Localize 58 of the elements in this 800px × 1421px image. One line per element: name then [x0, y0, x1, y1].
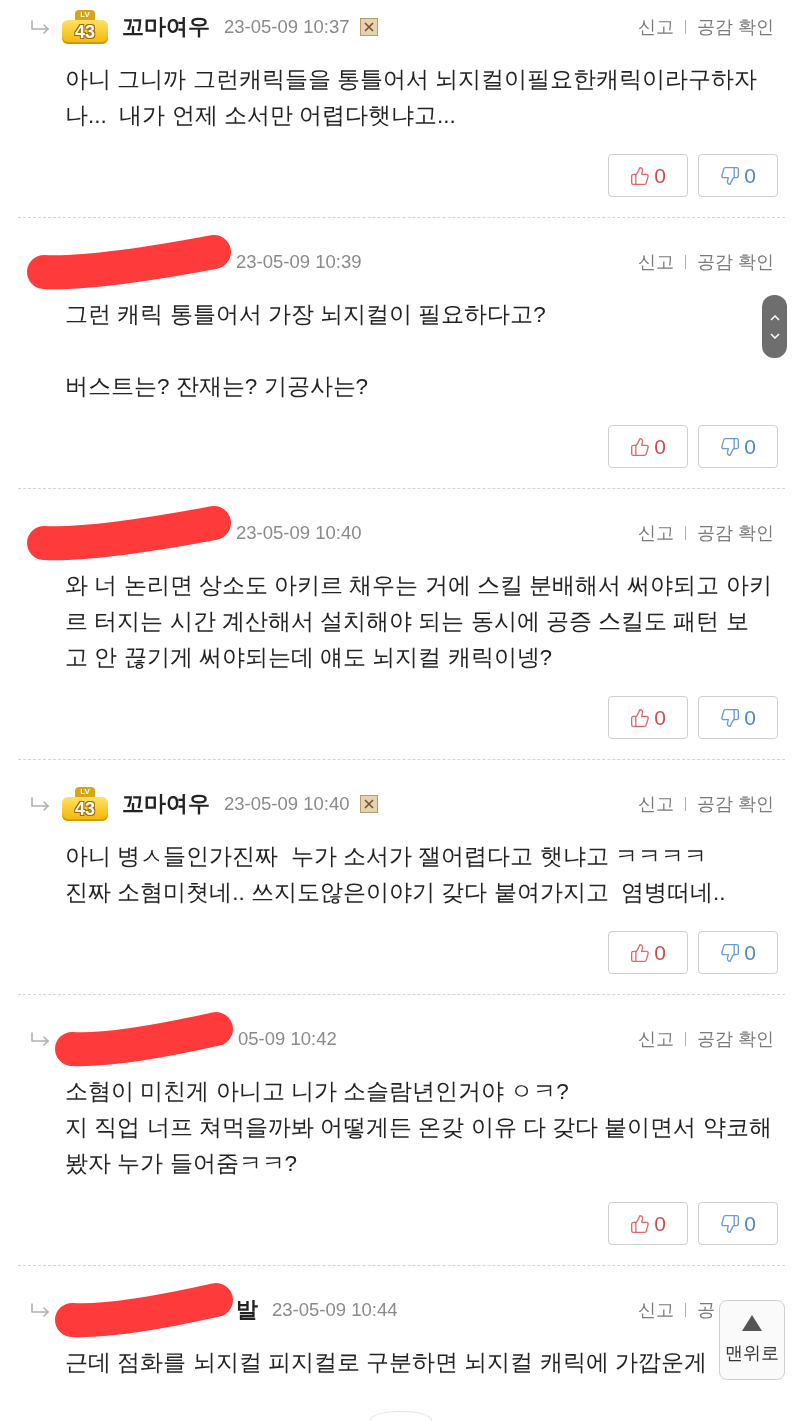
likes-view-link[interactable]: 공: [697, 1298, 715, 1322]
comment-timestamp: 23-05-09 10:44: [272, 1299, 398, 1321]
thumbs-up-icon: [630, 436, 651, 457]
comment-timestamp: 05-09 10:42: [238, 1028, 337, 1050]
report-link[interactable]: 신고: [638, 15, 674, 39]
likes-view-link[interactable]: 공감 확인: [697, 15, 774, 39]
report-link[interactable]: 신고: [638, 521, 674, 545]
comment-text: 아니 그니까 그런캐릭들을 통틀어서 뇌지컬이필요한캐릭이라구하자 나... 내가 언제 소서만 어렵다햇냐고...: [65, 66, 757, 130]
comment-text: 아니 병ㅅ들인가진짜 누가 소서가 잴어렵다고 햇냐고 ㅋㅋㅋㅋ 진짜 소혐미쳣네.. 쓰지도않은이야기 갖다 붙여가지고 염병떠네..: [65, 843, 726, 907]
dislike-button[interactable]: 0: [698, 425, 778, 468]
level-badge: 43: [62, 797, 108, 821]
comment-timestamp: 23-05-09 10:37: [224, 16, 350, 38]
comment-text: 소혐이 미친게 아니고 니가 소슬람년인거야 ㅇㅋ? 지 직업 너프 쳐먹을까봐 어떻게든 온갖 이유 다 갖다 붙이면서 약코해 봤자 누가 들어줌ㅋㅋ?: [65, 1078, 772, 1178]
likes-view-link[interactable]: 공감 확인: [697, 521, 774, 545]
author-name[interactable]: 꼬마여우: [122, 789, 210, 819]
level-label: LV: [75, 787, 95, 797]
report-link[interactable]: 신고: [638, 1027, 674, 1051]
comment-text: 그런 캐릭 통틀어서 가장 뇌지컬이 필요하다고? 버스트는? 잔재는? 기공사는?: [65, 301, 546, 401]
likes-view-link[interactable]: 공감 확인: [697, 1027, 774, 1051]
dislike-button[interactable]: 0: [698, 1202, 778, 1245]
comment-timestamp: 23-05-09 10:40: [224, 793, 350, 815]
likes-view-link[interactable]: 공감 확인: [697, 250, 774, 274]
scroll-handle[interactable]: [762, 295, 787, 358]
author-name[interactable]: 꼬마여우: [122, 12, 210, 42]
chevron-down-icon: [769, 332, 780, 339]
thumbs-down-icon: [720, 436, 741, 457]
up-triangle-icon: [742, 1315, 762, 1331]
dislike-button[interactable]: 0: [698, 931, 778, 974]
comment-timestamp: 23-05-09 10:39: [236, 251, 362, 273]
comment-timestamp: 23-05-09 10:40: [236, 522, 362, 544]
thumbs-down-icon: [720, 165, 741, 186]
thumbs-down-icon: [720, 1213, 741, 1234]
level-badge: 43: [62, 20, 108, 44]
x-box-icon[interactable]: [359, 18, 378, 36]
report-link[interactable]: 신고: [638, 250, 674, 274]
like-button[interactable]: 0: [608, 1202, 688, 1245]
dislike-button[interactable]: 0: [698, 696, 778, 739]
author-name[interactable]: 발: [236, 1295, 258, 1325]
like-button[interactable]: 0: [608, 154, 688, 197]
thumbs-down-icon: [720, 942, 741, 963]
thumbs-down-icon: [720, 707, 741, 728]
thumbs-up-icon: [630, 165, 651, 186]
like-button[interactable]: 0: [608, 931, 688, 974]
thumbs-up-icon: [630, 707, 651, 728]
x-box-icon[interactable]: [359, 795, 378, 813]
like-button[interactable]: 0: [608, 425, 688, 468]
scroll-top-button[interactable]: 맨위로: [719, 1300, 785, 1380]
chevron-up-icon: [769, 314, 780, 321]
thumbs-up-icon: [630, 942, 651, 963]
comment-text: 근데 점화를 뇌지컬 피지컬로 구분하면 뇌지컬 캐릭에 가깝운게: [65, 1349, 707, 1377]
report-link[interactable]: 신고: [638, 792, 674, 816]
comment-text: 와 너 논리면 상소도 아키르 채우는 거에 스킬 분배해서 써야되고 아키 르 터지는 시간 계산해서 설치해야 되는 동시에 공증 스킬도 패턴 보 고 안 끊기게 써야되는데 얘도 뇌지컬 캐릭이넹?: [65, 572, 772, 672]
like-button[interactable]: 0: [608, 696, 688, 739]
thumbs-up-icon: [630, 1213, 651, 1234]
dislike-button[interactable]: 0: [698, 154, 778, 197]
likes-view-link[interactable]: 공감 확인: [697, 792, 774, 816]
report-link[interactable]: 신고: [638, 1298, 674, 1322]
level-label: LV: [75, 10, 95, 20]
